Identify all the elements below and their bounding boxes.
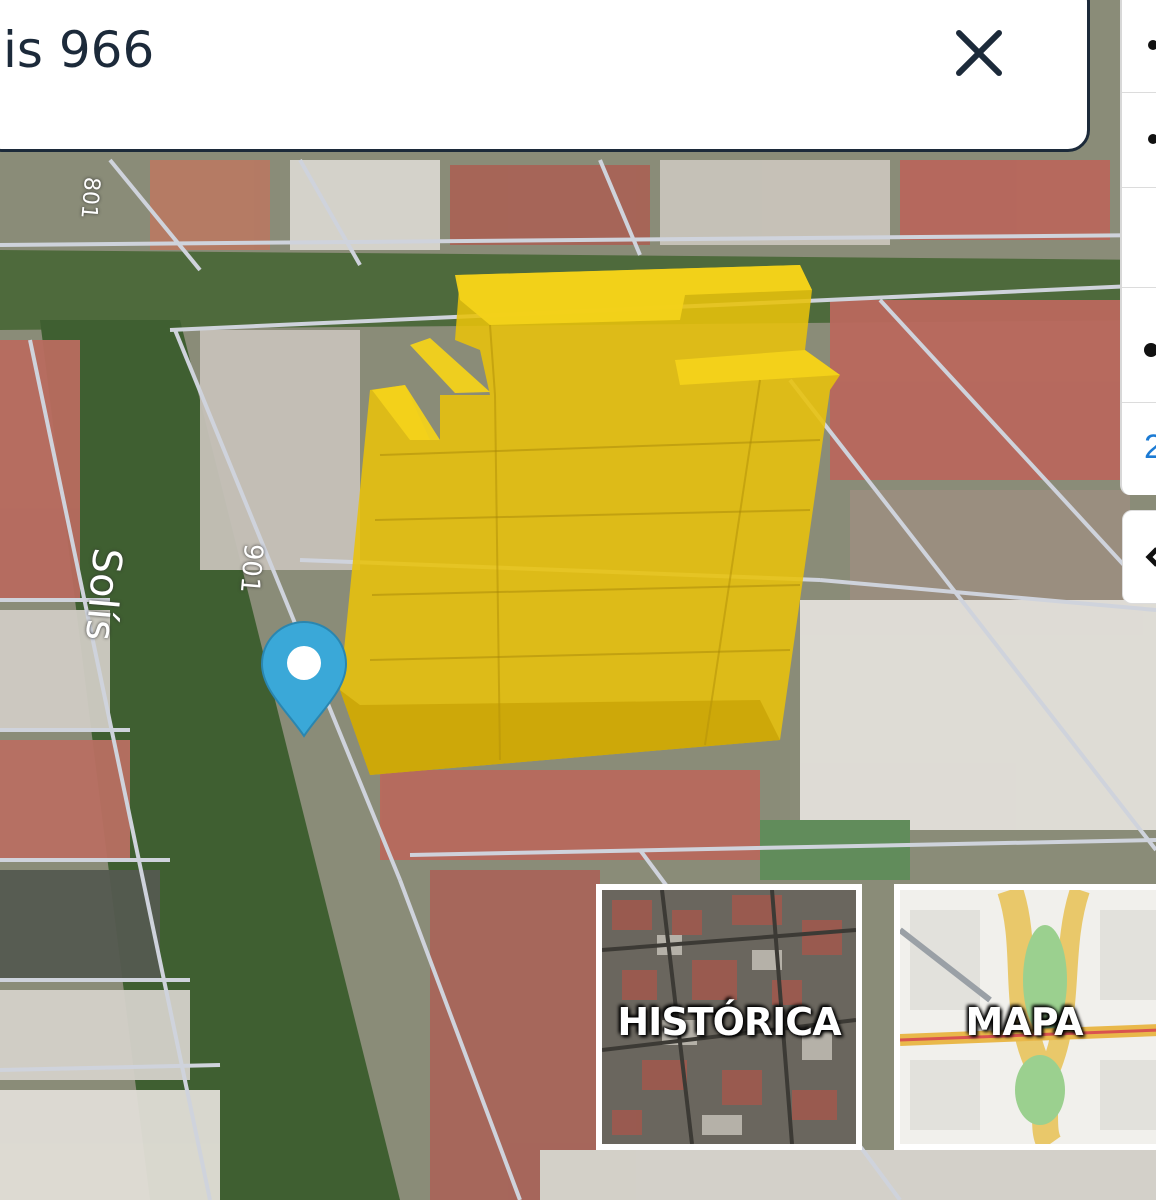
toolbar-button-3[interactable] [1122, 187, 1156, 288]
layer-mapa-label: MAPA [965, 1000, 1084, 1044]
layer-mapa-button[interactable]: MAPA [894, 884, 1156, 1150]
layer-historica-label: HISTÓRICA [617, 1000, 841, 1044]
street-number-label-top: 801 [75, 175, 104, 220]
clear-search-button[interactable] [949, 23, 1009, 83]
close-icon [956, 30, 1002, 76]
toolbar-icon-2 [1148, 134, 1156, 144]
map-toolbar: 2 [1120, 0, 1156, 495]
search-input[interactable]: is 966 [3, 21, 154, 79]
street-number-label-mid: 901 [233, 542, 268, 595]
toolbar-button-2[interactable] [1122, 92, 1156, 188]
search-bar[interactable]: is 966 [0, 0, 1090, 152]
street-name-label: Solís [76, 545, 130, 643]
toolbar-button-1[interactable] [1122, 0, 1156, 93]
measure-button[interactable] [1122, 287, 1156, 403]
collapse-panel-button[interactable] [1122, 510, 1156, 604]
measure-icon [1144, 343, 1156, 357]
toolbar-icon-1 [1148, 40, 1156, 50]
toolbar-number[interactable]: 2 [1144, 428, 1156, 467]
layer-historica-button[interactable]: HISTÓRICA [596, 884, 862, 1150]
chevron-left-icon [1145, 547, 1156, 567]
